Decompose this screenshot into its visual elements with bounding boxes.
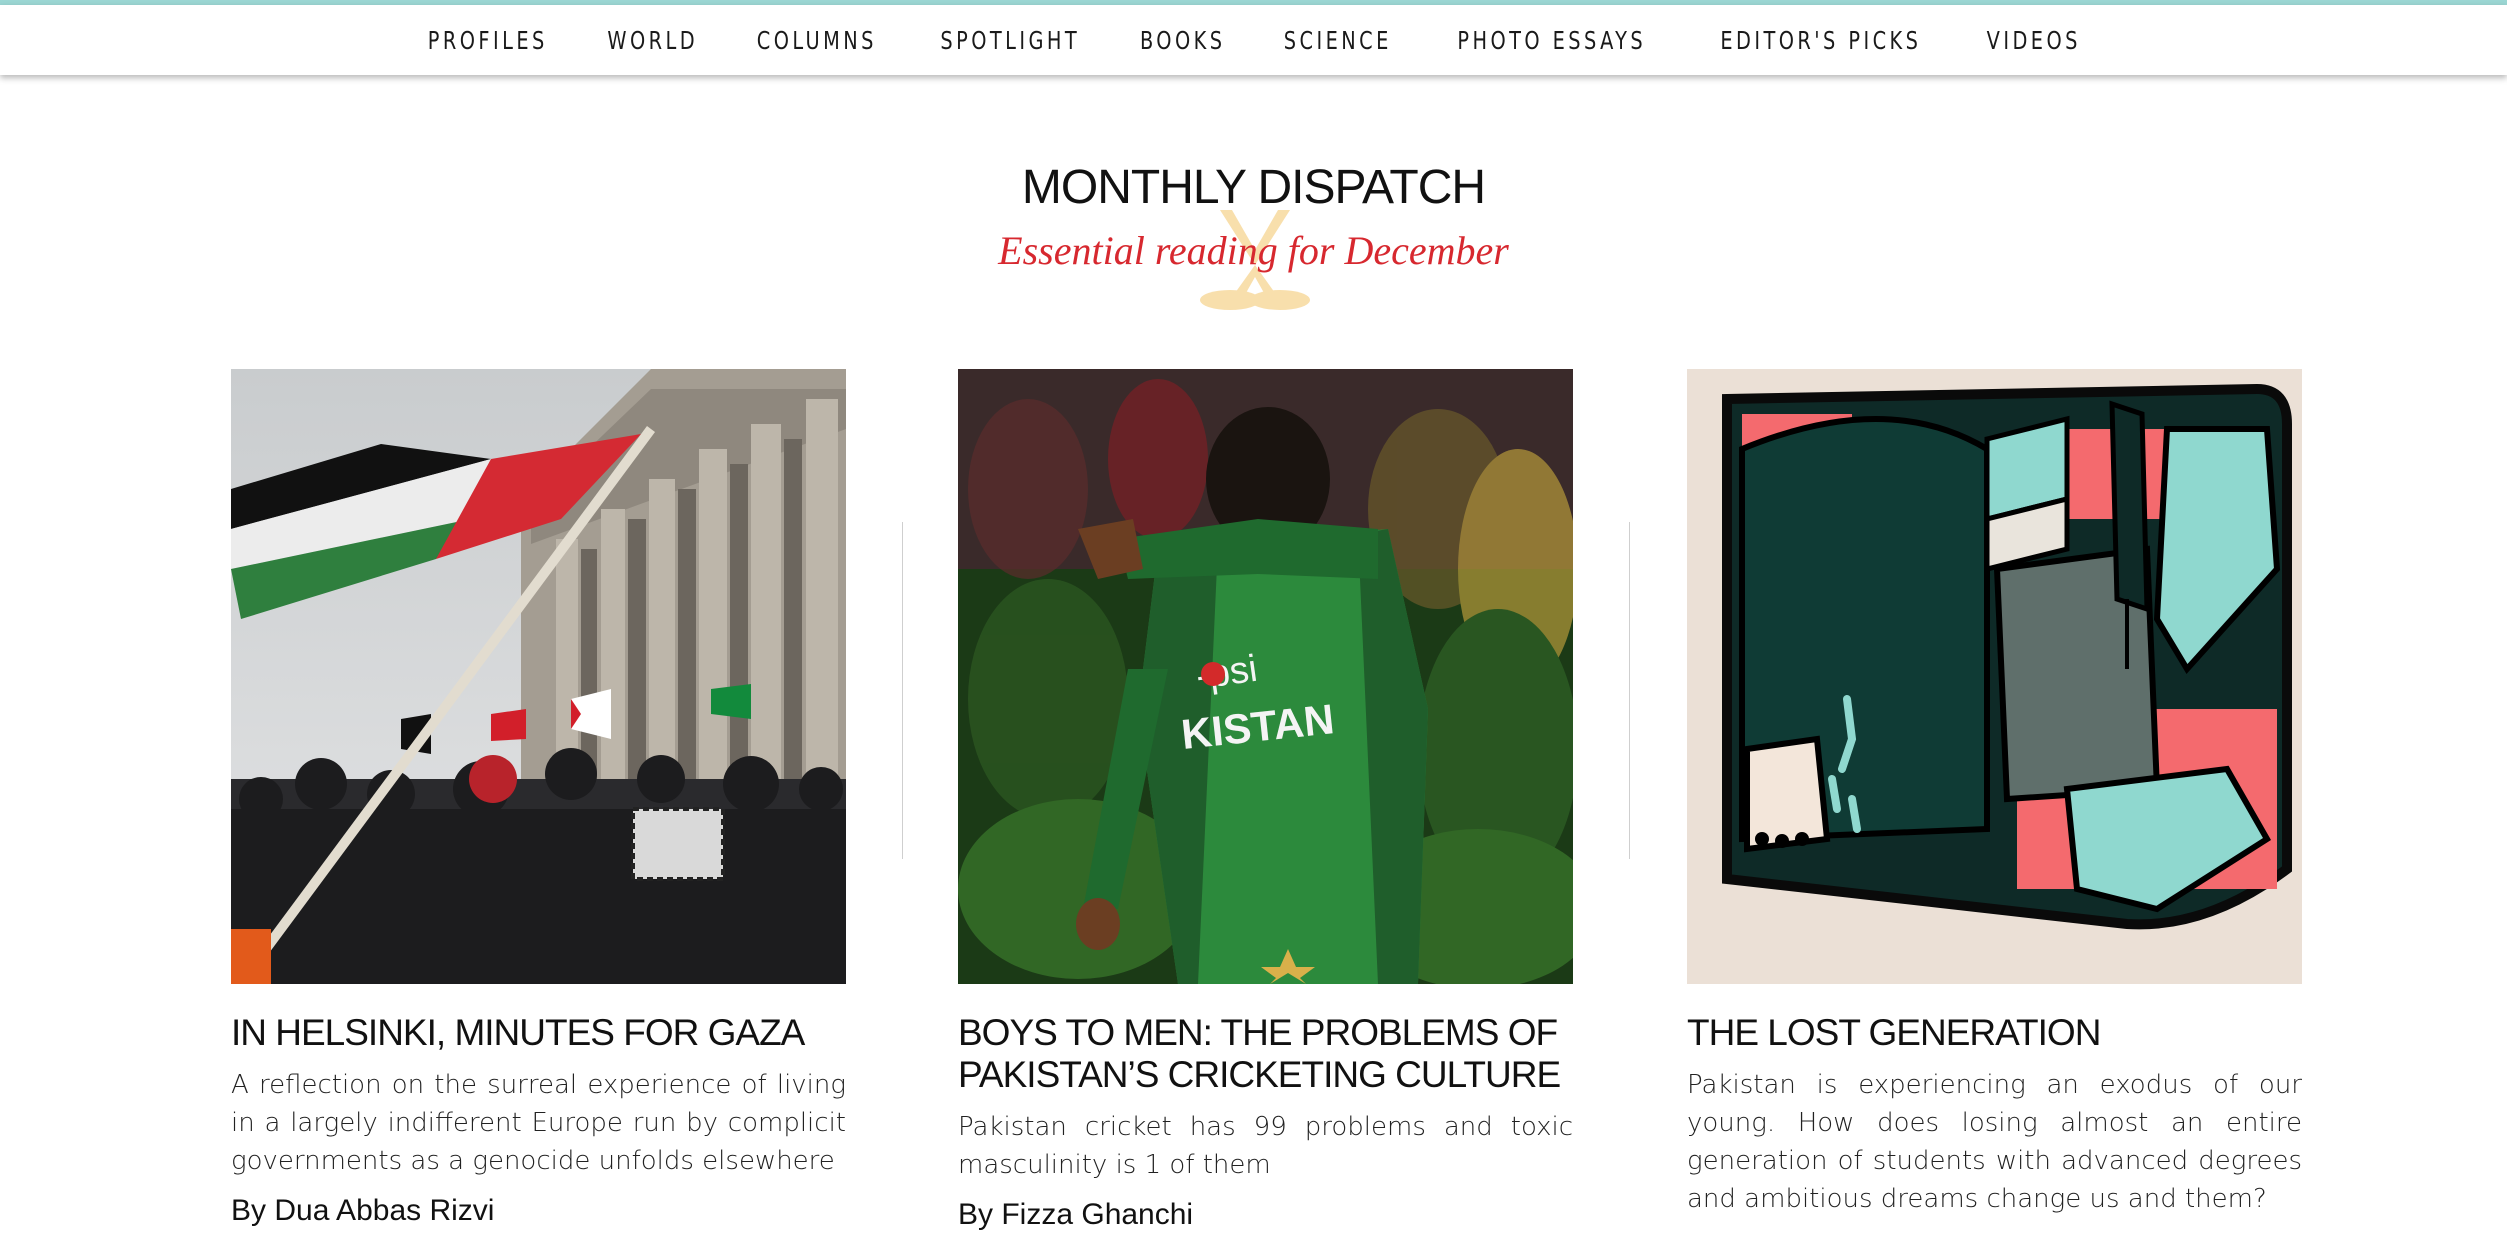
article-byline: By Dua Abbas Rizvi <box>231 1194 495 1227</box>
nav-books[interactable]: BOOKS <box>1140 26 1226 55</box>
nav-photo-essays[interactable]: PHOTO ESSAYS <box>1458 26 1647 55</box>
section-subtitle: Essential reading for December <box>998 228 1509 273</box>
article-byline: By Fizza Ghanchi <box>958 1198 1194 1231</box>
section-title: MONTHLY DISPATCH <box>1021 161 1486 214</box>
article-image-helsinki-protest[interactable] <box>231 369 846 984</box>
column-divider <box>902 522 903 859</box>
nav-profiles[interactable]: PROFILES <box>428 26 548 55</box>
article-summary: Pakistan is experiencing an exodus of ou… <box>1687 1070 2302 1214</box>
column-divider <box>1629 522 1630 859</box>
article-summary: A reflection on the surreal experience o… <box>231 1070 846 1176</box>
nav-science[interactable]: SCIENCE <box>1283 26 1391 55</box>
article-title[interactable]: IN HELSINKI, MINUTES FOR GAZA <box>231 1012 846 1054</box>
article-summary: Pakistan cricket has 99 problems and tox… <box>958 1112 1573 1180</box>
article-image-illustration[interactable] <box>1687 369 2302 984</box>
article-title[interactable]: BOYS TO MEN: THE PROBLEMS OF PAKISTAN’S … <box>958 1012 1573 1096</box>
article-image-cricketer[interactable]: -psi KISTAN <box>958 369 1573 984</box>
main-navigation: PROFILES WORLD COLUMNS SPOTLIGHT BOOKS S… <box>0 5 2507 75</box>
nav-world[interactable]: WORLD <box>607 26 698 55</box>
nav-columns[interactable]: COLUMNS <box>757 26 877 55</box>
article-card-cricket[interactable]: -psi KISTAN BOYS TO MEN: THE PROBLEMS OF… <box>958 369 1573 1232</box>
nav-editors-picks[interactable]: EDITOR'S PICKS <box>1720 26 1921 55</box>
article-card-helsinki[interactable]: IN HELSINKI, MINUTES FOR GAZA A reflecti… <box>231 369 846 1228</box>
article-title[interactable]: THE LOST GENERATION <box>1687 1012 2302 1054</box>
article-card-lost-generation[interactable]: THE LOST GENERATION Pakistan is experien… <box>1687 369 2302 1218</box>
nav-videos[interactable]: VIDEOS <box>1987 26 2081 55</box>
nav-spotlight[interactable]: SPOTLIGHT <box>940 26 1080 55</box>
